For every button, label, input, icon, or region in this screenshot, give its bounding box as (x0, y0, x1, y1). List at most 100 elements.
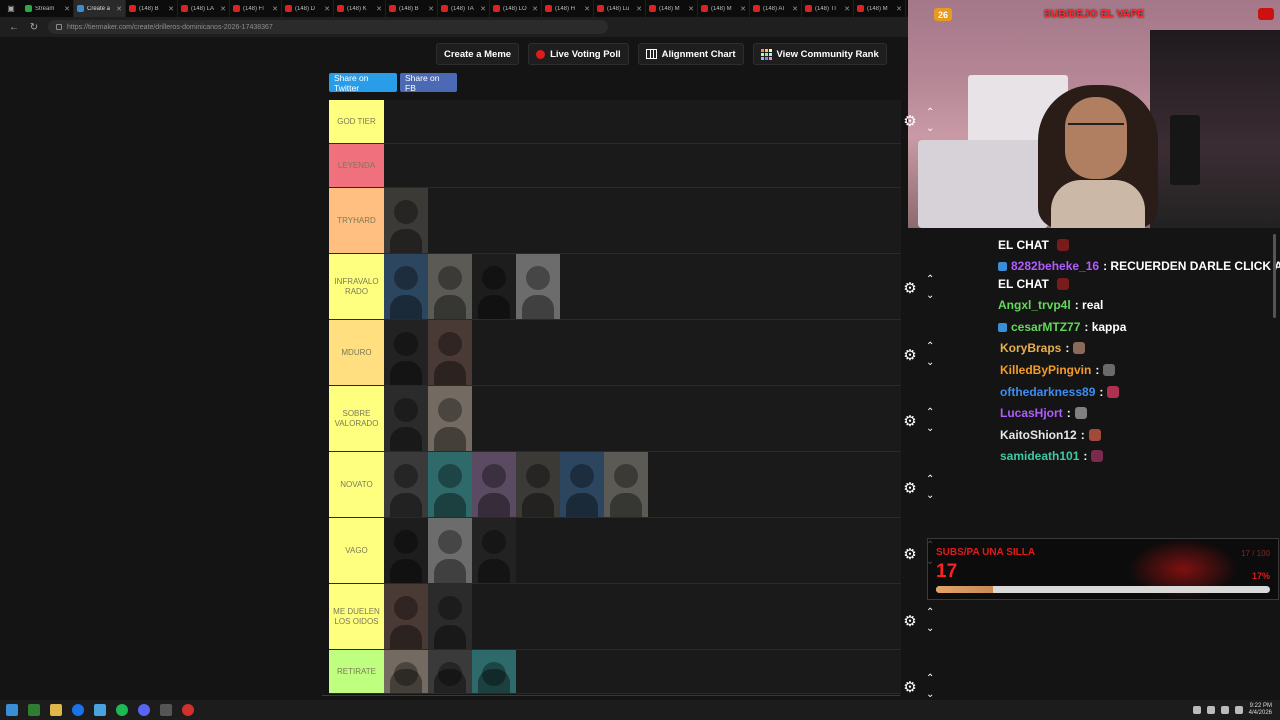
browser-tab[interactable]: (148) H ✕ (542, 0, 594, 17)
browser-tab[interactable]: (148) B ✕ (126, 0, 178, 17)
chevron-down-icon[interactable]: ⌄ (926, 424, 934, 434)
tier-item-image[interactable] (428, 452, 472, 517)
tab-close-icon[interactable]: ✕ (116, 5, 122, 13)
chat-username[interactable]: Angxl_trvp4l (998, 298, 1071, 312)
chat-username[interactable]: EL CHAT (998, 238, 1049, 252)
browser-tab[interactable]: (148) LO ✕ (490, 0, 542, 17)
clock[interactable]: 9:22 PM 4/4/2026 (1249, 703, 1272, 717)
tier-item-image[interactable] (560, 452, 604, 517)
browser-tab[interactable]: (148) LA ✕ (178, 0, 230, 17)
chevron-up-icon[interactable]: ⌃ (926, 108, 934, 118)
tab-close-icon[interactable]: ✕ (428, 5, 434, 13)
back-arrow-icon[interactable]: ← (8, 22, 20, 33)
tier-item-image[interactable] (472, 452, 516, 517)
tab-close-icon[interactable]: ✕ (844, 5, 850, 13)
tier-item-image[interactable] (428, 650, 472, 693)
window-menu-icon[interactable]: ▣ (0, 0, 22, 17)
live-voting-poll-button[interactable]: Live Voting Poll (528, 43, 629, 65)
tab-close-icon[interactable]: ✕ (272, 5, 278, 13)
spotify-icon[interactable] (116, 704, 128, 716)
browser-tab[interactable]: Stream ✕ (22, 0, 74, 17)
tier-item-image[interactable] (516, 254, 560, 319)
tab-close-icon[interactable]: ✕ (376, 5, 382, 13)
tier-label[interactable]: VAGO (329, 518, 384, 583)
chevron-down-icon[interactable]: ⌄ (926, 690, 934, 700)
browser-tab[interactable]: (148) Fl ✕ (230, 0, 282, 17)
chevron-down-icon[interactable]: ⌄ (926, 124, 934, 134)
chat-username[interactable]: KaitoShion12 (1000, 428, 1077, 442)
gear-icon[interactable]: ⚙ (902, 281, 918, 297)
start-icon[interactable] (6, 704, 18, 716)
browser-tab[interactable]: (148) TA ✕ (438, 0, 490, 17)
tier-item-image[interactable] (384, 650, 428, 693)
tier-item-image[interactable] (384, 452, 428, 517)
browser-tab[interactable]: Create a ✕ (74, 0, 126, 17)
tab-close-icon[interactable]: ✕ (688, 5, 694, 13)
tier-item-image[interactable] (428, 320, 472, 385)
tab-close-icon[interactable]: ✕ (480, 5, 486, 13)
tray-chevron-icon[interactable] (1192, 706, 1201, 714)
tier-item-image[interactable] (384, 584, 428, 649)
chrome-icon[interactable] (72, 704, 84, 716)
browser-tab[interactable]: (148) TI ✕ (802, 0, 854, 17)
tier-item-image[interactable] (384, 518, 428, 583)
tier-item-image[interactable] (472, 650, 516, 693)
tab-close-icon[interactable]: ✕ (896, 5, 902, 13)
tab-close-icon[interactable]: ✕ (220, 5, 226, 13)
chevron-up-icon[interactable]: ⌃ (926, 408, 934, 418)
tab-close-icon[interactable]: ✕ (740, 5, 746, 13)
chat-username[interactable]: ofthedarkness89 (1000, 385, 1095, 399)
community-rank-button[interactable]: View Community Rank (752, 43, 887, 65)
chat-username[interactable]: KoryBraps (1000, 341, 1061, 355)
tier-item-image[interactable] (428, 386, 472, 451)
tier-item-image[interactable] (428, 584, 472, 649)
tier-label[interactable]: NOVATO (329, 452, 384, 517)
tab-close-icon[interactable]: ✕ (792, 5, 798, 13)
share-twitter-button[interactable]: Share on Twitter (329, 73, 397, 93)
tier-item-image[interactable] (472, 254, 516, 319)
tier-label[interactable]: ME DUELEN LOS OIDOS (329, 584, 384, 649)
tab-close-icon[interactable]: ✕ (636, 5, 642, 13)
record-icon[interactable] (182, 704, 194, 716)
gear-icon[interactable]: ⚙ (902, 547, 918, 563)
folder-icon[interactable] (50, 704, 62, 716)
gear-icon[interactable]: ⚙ (902, 481, 918, 497)
gear-icon[interactable]: ⚙ (902, 680, 918, 696)
alignment-chart-button[interactable]: Alignment Chart (637, 43, 744, 65)
create-meme-button[interactable]: Create a Meme (436, 43, 520, 65)
tier-item-image[interactable] (384, 254, 428, 319)
tier-label[interactable]: INFRAVALO RADO (329, 254, 384, 319)
chat-username[interactable]: EL CHAT (998, 277, 1049, 291)
browser-tab[interactable]: (148) M ✕ (698, 0, 750, 17)
tier-item-image[interactable] (472, 518, 516, 583)
tier-label[interactable]: LEYENDA (329, 144, 384, 187)
browser-tab[interactable]: (148) B ✕ (386, 0, 438, 17)
url-field[interactable]: https://tiermaker.com/create/drilleros-d… (48, 20, 608, 34)
horizontal-scrollbar[interactable] (322, 695, 900, 696)
chevron-down-icon[interactable]: ⌄ (926, 358, 934, 368)
app-icon[interactable] (28, 704, 40, 716)
tier-label[interactable]: MDURO (329, 320, 384, 385)
tier-item-image[interactable] (428, 254, 472, 319)
browser-tab[interactable]: (148) M ✕ (854, 0, 906, 17)
chat-username[interactable]: samideath101 (1000, 449, 1079, 463)
gear-icon[interactable]: ⚙ (902, 614, 918, 630)
tier-item-image[interactable] (384, 320, 428, 385)
tier-item-image[interactable] (384, 188, 428, 253)
store-icon[interactable] (94, 704, 106, 716)
volume-icon[interactable] (1220, 706, 1229, 714)
chevron-up-icon[interactable]: ⌃ (926, 674, 934, 684)
browser-tab[interactable]: (148) D ✕ (282, 0, 334, 17)
tier-label[interactable]: GOD TIER (329, 100, 384, 143)
tab-close-icon[interactable]: ✕ (532, 5, 538, 13)
obs-icon[interactable] (160, 704, 172, 716)
discord-icon[interactable] (138, 704, 150, 716)
tab-close-icon[interactable]: ✕ (168, 5, 174, 13)
tier-label[interactable]: RETIRATE (329, 650, 384, 693)
tab-close-icon[interactable]: ✕ (64, 5, 70, 13)
chevron-down-icon[interactable]: ⌄ (926, 624, 934, 634)
gear-icon[interactable]: ⚙ (902, 414, 918, 430)
chevron-up-icon[interactable]: ⌃ (926, 275, 934, 285)
tier-item-image[interactable] (384, 386, 428, 451)
chevron-up-icon[interactable]: ⌃ (926, 608, 934, 618)
